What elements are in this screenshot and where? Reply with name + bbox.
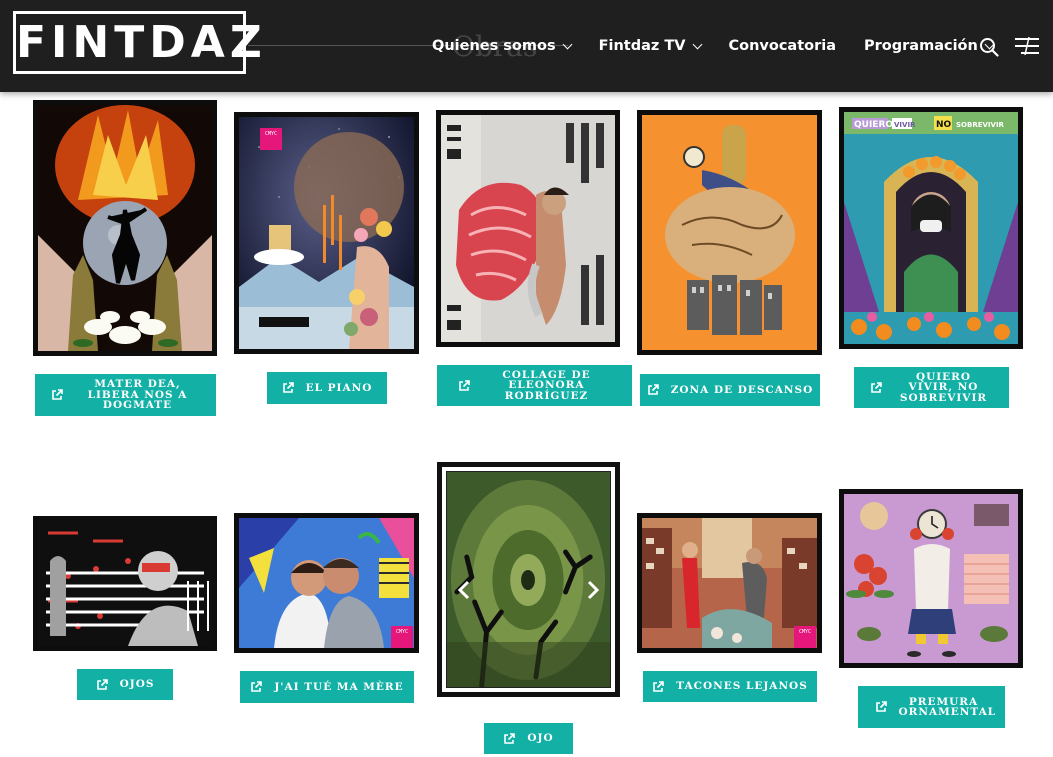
cmyk-badge-text: CMYC [264,131,278,137]
work-link-button[interactable]: El piano [267,372,387,404]
work-title: Mater Dea, libera nos a Dogmate [87,378,188,412]
artwork-illustration: QUIERO VIVIR NO SOBREVIVIR [844,112,1018,344]
cmyk-badge-text: CMYC [395,629,409,635]
artwork-image[interactable] [33,516,217,651]
work-title: Ojo [527,732,554,745]
cmyk-badge: CMYC [260,128,282,150]
page: Obras FINTDAZ Quienes somos Fintdaz TV C… [0,0,1053,757]
external-link-icon [870,381,882,393]
artwork-illustration [844,494,1018,663]
site-header: Obras FINTDAZ Quienes somos Fintdaz TV C… [0,0,1053,92]
artwork-slider[interactable] [437,462,620,697]
artwork-image[interactable] [33,100,217,356]
main-nav: Quienes somos Fintdaz TV Convocatoria Pr… [432,30,1021,62]
slider-prev-arrow-icon[interactable] [457,580,471,600]
poster-word-vivir: VIVIR [894,121,916,129]
nav-label: Quienes somos [432,38,556,54]
artwork-image[interactable]: CMYC [234,112,419,354]
work-title: Tacones lejanos [676,680,808,693]
artwork-image[interactable]: CMYC [234,513,419,653]
work-link-button[interactable]: Ojos [77,669,173,700]
artwork-image[interactable] [436,110,620,347]
work-link-button[interactable]: J'ai tué ma mère [240,671,414,703]
nav-item-programacion[interactable]: Programación [864,38,995,54]
external-link-icon [251,681,263,692]
work-title: Collage de Eleonora Rodríguez [502,368,591,402]
work-title: El piano [305,381,373,394]
cmyk-badge-text: CMYC [798,629,812,635]
artwork-image[interactable] [839,489,1023,668]
artwork-image[interactable]: QUIERO VIVIR NO SOBREVIVIR [839,107,1023,349]
slider-next-arrow-icon[interactable] [586,580,600,600]
nav-label: Convocatoria [728,38,837,54]
chevron-down-icon [984,39,995,49]
artwork-illustration [642,115,817,350]
artwork-image[interactable]: CMYC [637,513,822,653]
artwork-illustration [239,117,414,349]
work-title: J'ai tué ma mère [274,680,404,693]
external-link-icon [504,732,516,744]
work-title: Zona de descanso [670,383,814,396]
nav-label: Programación [864,38,978,54]
nav-item-quienes-somos[interactable]: Quienes somos [432,38,573,54]
work-title: Quiero vivir, no sobrevivir [899,370,988,404]
artwork-illustration [441,115,615,342]
external-link-icon [282,382,294,393]
artwork-illustration [38,521,212,646]
nav-item-fintdaz-tv[interactable]: Fintdaz TV [598,38,702,54]
chevron-down-icon [692,39,702,49]
work-link-button[interactable]: Mater Dea, libera nos a Dogmate [35,374,216,416]
chevron-down-icon [562,39,573,49]
artwork-illustration [38,105,212,351]
work-link-button[interactable]: Zona de descanso [640,374,820,406]
work-title: Premura ornamental [898,695,997,718]
poster-word-sobrevivir: SOBREVIVIR [956,121,1005,129]
poster-word-no: NO [936,120,952,130]
work-title: Ojos [119,678,155,691]
external-link-icon [458,379,470,391]
work-link-button[interactable]: Ojo [484,723,573,754]
work-link-button[interactable]: Quiero vivir, no sobrevivir [854,367,1009,408]
slider-frame [446,471,611,688]
cmyk-badge: CMYC [794,626,816,648]
external-link-icon [647,384,659,395]
work-link-button[interactable]: Tacones lejanos [643,671,817,702]
artwork-illustration [239,518,414,648]
cmyk-badge: CMYC [391,626,413,648]
external-link-icon [52,389,63,400]
external-link-icon [653,680,665,692]
nav-item-convocatoria[interactable]: Convocatoria [729,38,837,54]
poster-word-quiero: QUIERO [854,120,893,130]
external-link-icon [96,678,108,690]
artwork-image[interactable] [637,110,822,355]
artwork-illustration [642,518,817,648]
external-link-icon [875,701,887,712]
work-link-button[interactable]: Premura ornamental [858,686,1005,728]
nav-label: Fintdaz TV [598,38,686,54]
work-link-button[interactable]: Collage de Eleonora Rodríguez [437,365,632,406]
site-logo[interactable]: FINTDAZ [13,11,262,74]
